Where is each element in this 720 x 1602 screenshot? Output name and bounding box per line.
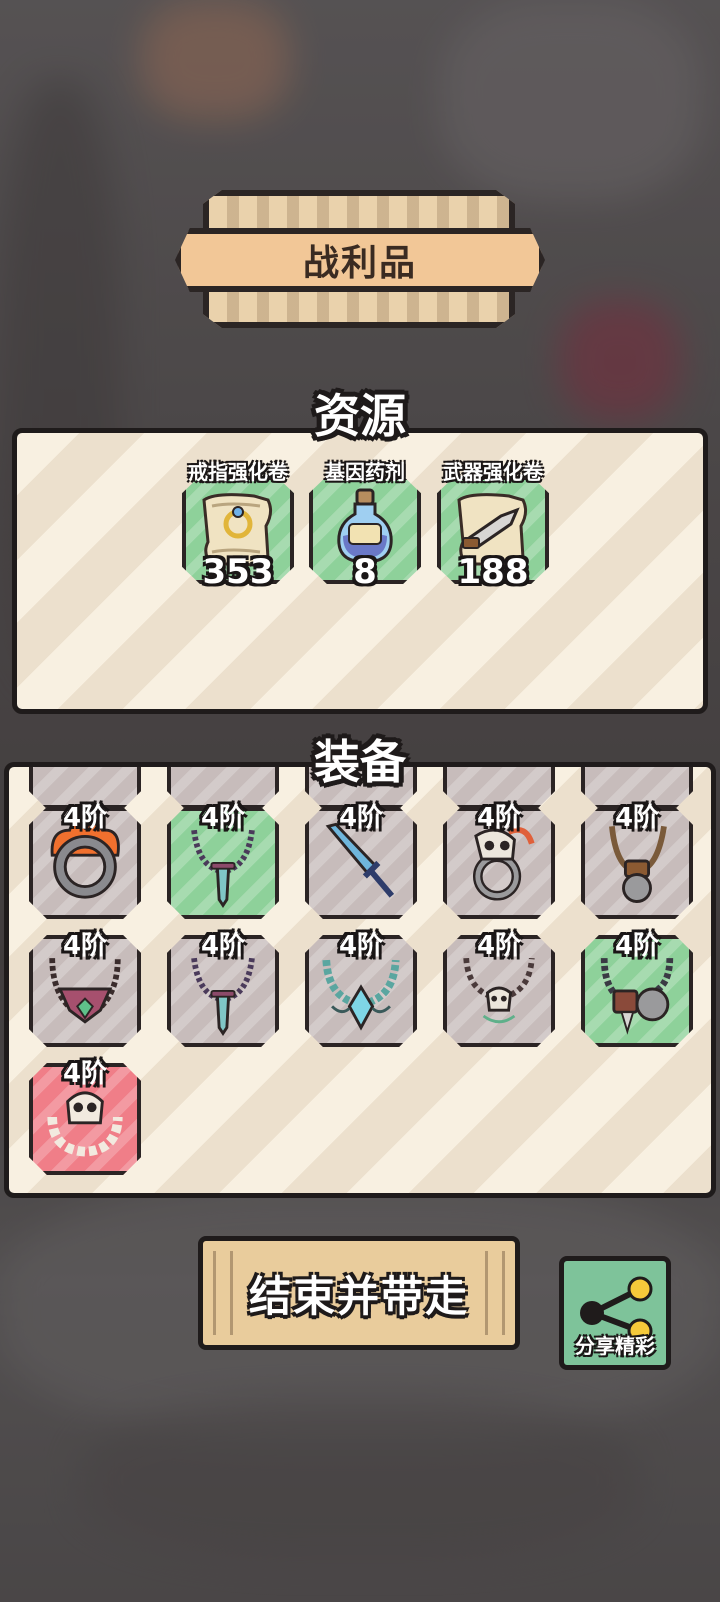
equipment-item-10[interactable]: 4阶	[581, 931, 693, 1047]
tier-label: 4阶	[62, 803, 108, 833]
button-ornament	[485, 1251, 505, 1335]
equipment-item-7[interactable]: 4阶	[167, 931, 279, 1047]
tier-label: 4阶	[62, 1059, 108, 1089]
resources-header: 资源	[314, 389, 406, 443]
share-icon	[580, 1276, 653, 1339]
end-and-take-button[interactable]: 结束并带走	[198, 1236, 520, 1350]
resource-count: 8	[353, 552, 377, 592]
equipment-item-8[interactable]: 4阶	[305, 931, 417, 1047]
resource-label: 武器强化卷	[443, 460, 543, 484]
resource-count: 353	[202, 552, 274, 592]
button-ornament	[213, 1251, 233, 1335]
title-banner: 战利品	[175, 190, 545, 330]
resources-panel: 戒指强化卷 353 基因药剂 8 武器强化卷 188	[12, 428, 708, 714]
tier-label: 4阶	[200, 931, 246, 961]
tier-label: 4阶	[476, 931, 522, 961]
end-and-take-label: 结束并带走	[248, 1271, 469, 1321]
equipment-panel: 4阶 4阶 4阶 4阶 4阶 4阶 4阶 4阶 4阶 4阶 4阶	[4, 762, 716, 1198]
equipment-item-5[interactable]: 4阶	[581, 803, 693, 919]
equipment-item-6[interactable]: 4阶	[29, 931, 141, 1047]
resource-count: 188	[457, 552, 529, 592]
equipment-item-9[interactable]: 4阶	[443, 931, 555, 1047]
tier-label: 4阶	[614, 803, 660, 833]
equipment-item-3[interactable]: 4阶	[305, 803, 417, 919]
tier-label: 4阶	[614, 931, 660, 961]
equipment-item-11[interactable]: 4阶	[29, 1059, 141, 1175]
tier-label: 4阶	[200, 803, 246, 833]
page-title: 战利品	[302, 243, 417, 284]
equipment-item-2[interactable]: 4阶	[167, 803, 279, 919]
resource-card-weapon-scroll[interactable]: 武器强化卷 188	[437, 460, 549, 592]
equipment-header: 装备	[314, 735, 406, 789]
tier-label: 4阶	[338, 803, 384, 833]
equipment-item-1[interactable]: 4阶	[29, 803, 141, 919]
share-label: 分享精彩	[575, 1334, 655, 1358]
tier-label: 4阶	[62, 931, 108, 961]
tier-label: 4阶	[476, 803, 522, 833]
resource-card-potion[interactable]: 基因药剂 8	[309, 460, 421, 592]
tier-label: 4阶	[338, 931, 384, 961]
resource-card-ring-scroll[interactable]: 戒指强化卷 353	[182, 460, 294, 592]
equipment-item-4[interactable]: 4阶	[443, 803, 555, 919]
title-banner-front: 战利品	[175, 228, 545, 292]
share-button[interactable]: 分享精彩	[559, 1256, 671, 1370]
